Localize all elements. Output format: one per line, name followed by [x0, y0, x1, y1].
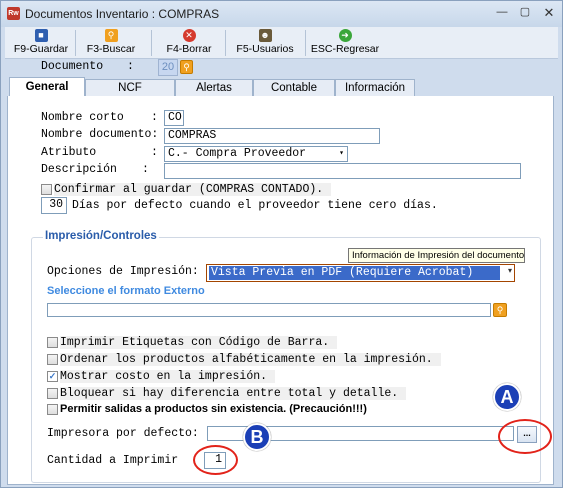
document-search-button[interactable]: ⚲	[180, 60, 193, 74]
close-button[interactable]: ✕	[541, 5, 557, 21]
show-cost-checkbox[interactable]: ✓	[47, 371, 58, 382]
search-button[interactable]: ⚲ F3-Buscar	[81, 27, 141, 58]
magnifier-icon: ⚲	[496, 305, 504, 315]
toolbar-separator	[151, 30, 152, 56]
toolbar-separator	[75, 30, 76, 56]
annotation-ring-b	[193, 445, 238, 475]
toolbar: ■ F9-Guardar ⚲ F3-Buscar ✕ F4-Borrar ☻ F…	[5, 27, 558, 59]
description-input[interactable]	[164, 163, 521, 179]
annotation-badge-b: B	[243, 423, 271, 451]
magnifier-icon: ⚲	[183, 62, 190, 72]
delete-circle-icon: ✕	[182, 29, 196, 42]
save-button-label: F9-Guardar	[13, 43, 69, 55]
allow-no-stock-checkbox[interactable]	[47, 404, 58, 415]
block-difference-label: Bloquear si hay diferencia entre total y…	[60, 387, 407, 400]
short-name-input[interactable]: CO	[164, 110, 184, 126]
print-options-label: Opciones de Impresión:	[47, 265, 199, 278]
floppy-disk-icon: ■	[34, 29, 48, 42]
toolbar-separator	[225, 30, 226, 56]
tab-alertas[interactable]: Alertas	[175, 79, 253, 96]
app-logo-icon: Rw	[7, 7, 20, 20]
chevron-down-icon: ▾	[507, 266, 512, 275]
confirm-on-save-checkbox[interactable]	[41, 184, 52, 195]
back-button[interactable]: ➜ ESC-Regresar	[309, 27, 381, 58]
title-bar: Rw Documentos Inventario : COMPRAS — ▢ ✕	[1, 1, 562, 27]
document-label: Documento	[41, 60, 104, 73]
users-button[interactable]: ☻ F5-Usuarios	[231, 27, 299, 58]
default-printer-label: Impresora por defecto:	[47, 427, 199, 440]
users-icon: ☻	[258, 29, 272, 42]
external-format-input[interactable]	[47, 303, 491, 317]
print-options-select[interactable]: Vista Previa en PDF (Requiere Acrobat) ▾	[206, 264, 515, 282]
delete-button[interactable]: ✕ F4-Borrar	[159, 27, 219, 58]
tab-contable[interactable]: Contable	[253, 79, 335, 96]
toolbar-separator	[305, 30, 306, 56]
tab-informacion[interactable]: Información	[335, 79, 415, 96]
app-window: Rw Documentos Inventario : COMPRAS — ▢ ✕…	[0, 0, 563, 488]
short-name-label: Nombre corto	[41, 111, 124, 124]
attribute-label: Atributo	[41, 146, 97, 159]
attribute-select-value: C.- Compra Proveedor	[168, 147, 307, 160]
magnifier-icon: ⚲	[104, 29, 118, 42]
description-label: Descripción	[41, 163, 117, 176]
tab-ncf[interactable]: NCF	[85, 79, 175, 96]
allow-no-stock-label: Permitir salidas a productos sin existen…	[60, 403, 367, 415]
document-colon: :	[127, 60, 134, 73]
sort-products-checkbox[interactable]	[47, 354, 58, 365]
print-controls-title: Impresión/Controles	[43, 230, 159, 242]
barcode-labels-label: Imprimir Etiquetas con Código de Barra.	[60, 336, 338, 349]
users-button-label: F5-Usuarios	[236, 43, 294, 55]
print-quantity-label: Cantidad a Imprimir	[47, 454, 179, 467]
maximize-button[interactable]: ▢	[517, 5, 533, 21]
document-number-field[interactable]: 20	[158, 59, 178, 76]
print-info-tooltip: Información de Impresión del documento	[348, 248, 525, 263]
confirm-on-save-label: Confirmar al guardar (COMPRAS CONTADO).	[54, 183, 332, 196]
attribute-select[interactable]: C.- Compra Proveedor ▾	[164, 146, 348, 162]
green-arrow-icon: ➜	[338, 29, 352, 42]
default-days-label: Días por defecto cuando el proveedor tie…	[72, 199, 438, 212]
delete-button-label: F4-Borrar	[166, 43, 212, 55]
default-days-input[interactable]: 30	[41, 197, 67, 214]
short-name-colon: :	[151, 111, 158, 124]
external-format-label: Seleccione el formato Externo	[47, 285, 205, 297]
minimize-button[interactable]: —	[494, 5, 510, 21]
attribute-colon: :	[151, 146, 158, 159]
chevron-down-icon: ▾	[339, 149, 344, 158]
window-title: Documentos Inventario : COMPRAS	[25, 7, 220, 21]
block-difference-checkbox[interactable]	[47, 388, 58, 399]
tab-general[interactable]: General	[9, 77, 85, 97]
save-button[interactable]: ■ F9-Guardar	[9, 27, 73, 58]
search-button-label: F3-Buscar	[86, 43, 136, 55]
back-button-label: ESC-Regresar	[310, 43, 380, 55]
doc-name-input[interactable]: COMPRAS	[164, 128, 380, 144]
annotation-ring-a	[498, 419, 552, 454]
description-colon: :	[142, 163, 149, 176]
doc-name-label: Nombre documento:	[41, 128, 159, 141]
show-cost-label: Mostrar costo en la impresión.	[60, 370, 276, 383]
annotation-badge-a: A	[493, 383, 521, 411]
external-format-search-button[interactable]: ⚲	[493, 303, 507, 317]
sort-products-label: Ordenar los productos alfabéticamente en…	[60, 353, 441, 366]
print-options-value: Vista Previa en PDF (Requiere Acrobat)	[209, 266, 500, 280]
barcode-labels-checkbox[interactable]	[47, 337, 58, 348]
checkmark-icon: ✓	[48, 371, 57, 381]
